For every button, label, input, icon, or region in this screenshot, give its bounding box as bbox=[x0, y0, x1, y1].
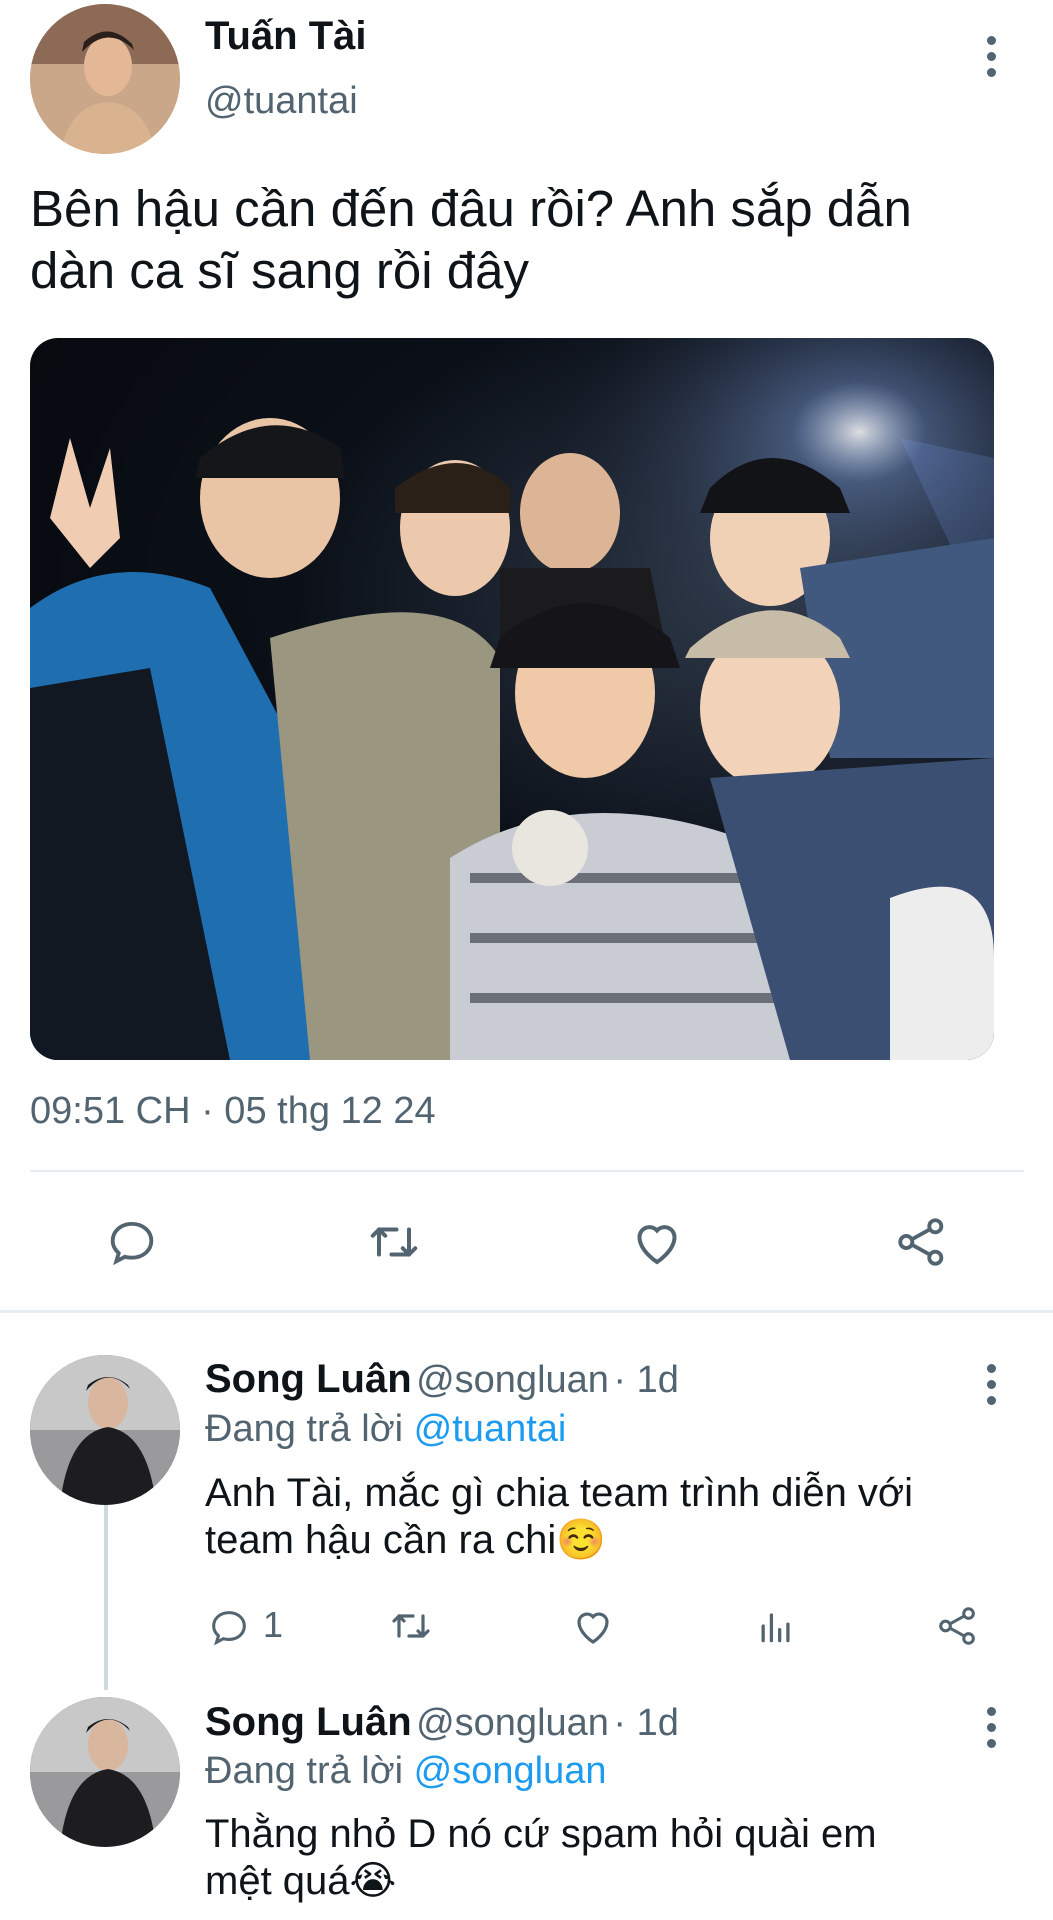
section-divider bbox=[0, 1310, 1053, 1313]
replying-prefix: Đang trả lời bbox=[205, 1750, 404, 1792]
replying-to: Đang trả lời @songluan bbox=[205, 1750, 607, 1793]
replying-to: Đang trả lời @tuantai bbox=[205, 1408, 566, 1451]
reply-icon[interactable] bbox=[204, 1602, 254, 1652]
reply-author-name[interactable]: Song Luân bbox=[205, 1700, 412, 1744]
thread-line bbox=[104, 1505, 108, 1690]
more-options-icon[interactable] bbox=[985, 1707, 997, 1748]
replying-to-link[interactable]: @songluan bbox=[414, 1750, 607, 1792]
author-name[interactable]: Tuấn Tài bbox=[205, 14, 366, 59]
tweet-photo[interactable] bbox=[30, 338, 994, 1060]
author-handle[interactable]: @tuantai bbox=[205, 80, 358, 123]
reply-text: Anh Tài, mắc gì chia team trình diễn với… bbox=[205, 1470, 1025, 1564]
replying-to-link[interactable]: @tuantai bbox=[414, 1408, 567, 1450]
more-options-icon[interactable] bbox=[985, 1364, 997, 1405]
reply-header: Song Luân @songluan · 1d bbox=[205, 1357, 679, 1402]
reply-text: Thằng nhỏ D nó cứ spam hỏi quài em mệt q… bbox=[205, 1811, 1025, 1905]
reply-author-name[interactable]: Song Luân bbox=[205, 1357, 412, 1401]
share-icon[interactable] bbox=[890, 1210, 954, 1274]
reply-author-handle[interactable]: @songluan bbox=[416, 1702, 609, 1744]
reply-header: Song Luân @songluan · 1d bbox=[205, 1700, 679, 1745]
retweet-icon[interactable] bbox=[385, 1600, 437, 1652]
retweet-icon[interactable] bbox=[362, 1210, 426, 1274]
reply-text-line: team hậu cần ra chi☺️ bbox=[205, 1518, 607, 1562]
replying-prefix: Đang trả lời bbox=[205, 1408, 404, 1450]
reply-avatar[interactable] bbox=[30, 1697, 180, 1847]
like-icon[interactable] bbox=[625, 1210, 689, 1274]
tweet-text-line: dàn ca sĩ sang rồi đây bbox=[30, 242, 529, 299]
reply-avatar[interactable] bbox=[30, 1355, 180, 1505]
views-icon[interactable] bbox=[750, 1600, 802, 1652]
tweet-timestamp: 09:51 CH · 05 thg 12 24 bbox=[30, 1090, 436, 1132]
reply-author-handle[interactable]: @songluan bbox=[416, 1359, 609, 1401]
like-icon[interactable] bbox=[567, 1600, 619, 1652]
reply-time: · 1d bbox=[613, 1702, 679, 1744]
divider bbox=[30, 1170, 1024, 1172]
reply-icon[interactable] bbox=[100, 1210, 164, 1274]
tweet-text: Bên hậu cần đến đâu rồi? Anh sắp dẫn dàn… bbox=[30, 178, 1030, 302]
author-avatar[interactable] bbox=[30, 4, 180, 154]
reply-time: · 1d bbox=[613, 1359, 679, 1401]
reply-count: 1 bbox=[263, 1604, 284, 1645]
tweet-text-line: Bên hậu cần đến đâu rồi? Anh sắp dẫn bbox=[30, 180, 912, 237]
more-options-icon[interactable] bbox=[985, 36, 997, 77]
reply-text-line: mệt quá😭 bbox=[205, 1859, 397, 1903]
reply-text-line: Anh Tài, mắc gì chia team trình diễn với bbox=[205, 1471, 914, 1515]
reply-text-line: Thằng nhỏ D nó cứ spam hỏi quài em bbox=[205, 1812, 877, 1856]
share-icon[interactable] bbox=[932, 1600, 984, 1652]
